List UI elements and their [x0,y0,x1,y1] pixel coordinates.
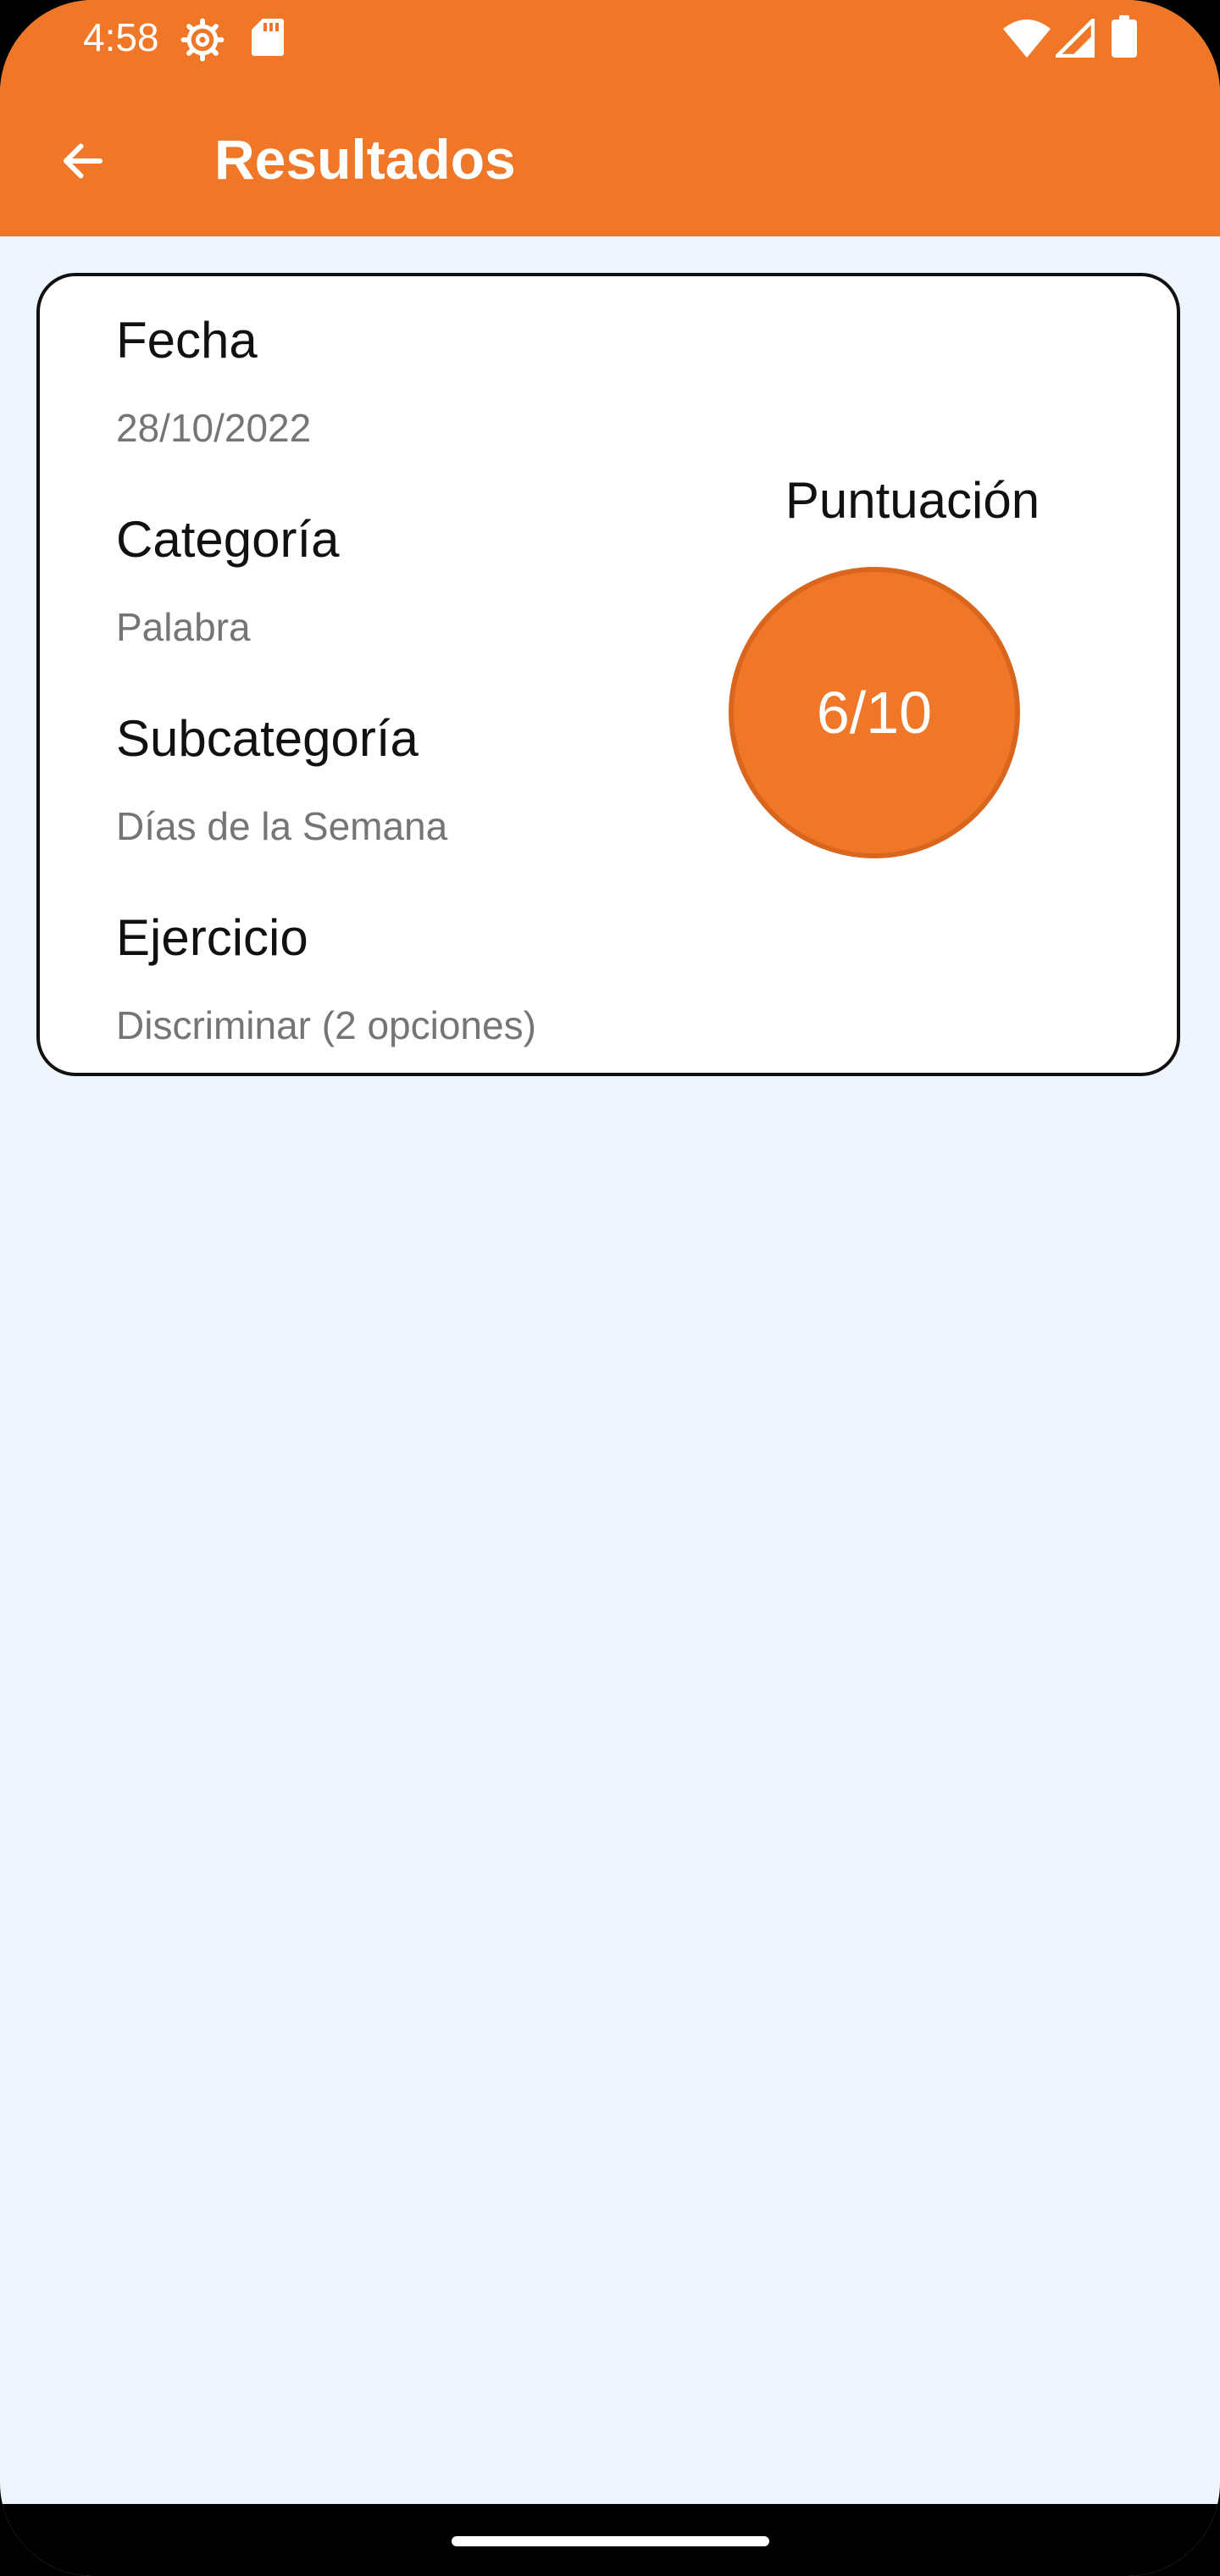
app-header: 4:58 Resultados [0,0,1220,236]
status-time: 4:58 [83,15,159,59]
toolbar: Resultados [0,102,1220,212]
page-title: Resultados [214,128,516,191]
date-value: 28/10/2022 [116,406,312,450]
score-label: Puntuación [785,472,1040,529]
exercise-value: Discriminar (2 opciones) [116,1003,536,1047]
settings-icon [180,18,225,62]
arrow-back-icon [64,143,103,179]
category-value: Palabra [116,605,251,649]
screen: 4:58 Resultados Fecha 28/10/2022 Categor… [0,0,1220,2576]
home-handle[interactable] [452,2536,769,2546]
exercise-label: Ejercicio [116,909,308,966]
result-card[interactable]: Fecha 28/10/2022 Categoría Palabra Subca… [36,273,1180,1076]
back-button[interactable] [42,120,124,202]
battery-icon [1112,15,1137,58]
navigation-bar [0,2504,1220,2576]
sd-card-icon [252,19,284,56]
cell-signal-icon [1056,19,1095,58]
wifi-icon [1003,19,1051,58]
status-bar: 4:58 [0,0,1220,76]
subcategory-label: Subcategoría [116,710,419,767]
score-badge: 6/10 [729,567,1020,858]
subcategory-value: Días de la Semana [116,804,448,848]
score-value: 6/10 [816,680,933,746]
category-label: Categoría [116,511,340,568]
date-label: Fecha [116,312,258,369]
